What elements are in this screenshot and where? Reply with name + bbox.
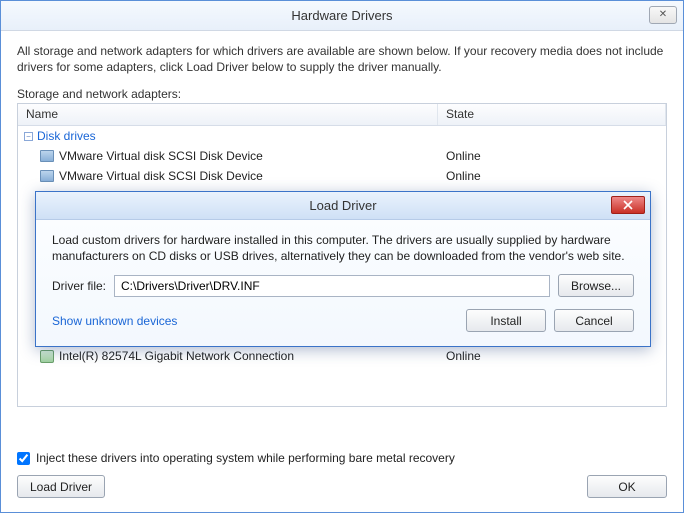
show-unknown-devices-link[interactable]: Show unknown devices <box>52 314 177 328</box>
table-row[interactable]: Intel(R) 82574L Gigabit Network Connecti… <box>18 346 666 366</box>
cancel-button[interactable]: Cancel <box>554 309 634 332</box>
adapters-label: Storage and network adapters: <box>17 87 667 101</box>
table-row[interactable]: VMware Virtual disk SCSI Disk Device Onl… <box>18 146 666 166</box>
modal-close-button[interactable] <box>611 196 645 214</box>
description-text: All storage and network adapters for whi… <box>17 43 667 75</box>
table-header: Name State <box>18 104 666 126</box>
network-icon <box>40 350 54 363</box>
checkbox-label: Inject these drivers into operating syst… <box>36 451 455 465</box>
close-icon <box>623 200 633 210</box>
close-icon: ✕ <box>659 9 667 20</box>
device-name: Intel(R) 82574L Gigabit Network Connecti… <box>59 349 294 363</box>
titlebar: Hardware Drivers ✕ <box>1 1 683 31</box>
device-name: VMware Virtual disk SCSI Disk Device <box>59 169 263 183</box>
install-button[interactable]: Install <box>466 309 546 332</box>
load-driver-button[interactable]: Load Driver <box>17 475 105 498</box>
modal-title: Load Driver <box>309 198 376 213</box>
driver-file-label: Driver file: <box>52 279 106 293</box>
device-state: Online <box>438 149 666 163</box>
close-button[interactable]: ✕ <box>649 6 677 24</box>
col-name[interactable]: Name <box>18 104 438 125</box>
hardware-drivers-window: Hardware Drivers ✕ All storage and netwo… <box>0 0 684 513</box>
disk-icon <box>40 150 54 162</box>
collapse-icon[interactable]: − <box>24 132 33 141</box>
modal-description: Load custom drivers for hardware install… <box>52 232 634 264</box>
inject-drivers-checkbox[interactable] <box>17 452 30 465</box>
load-driver-dialog: Load Driver Load custom drivers for hard… <box>35 191 651 347</box>
table-row[interactable]: VMware Virtual disk SCSI Disk Device Onl… <box>18 166 666 186</box>
window-title: Hardware Drivers <box>291 8 392 23</box>
col-state[interactable]: State <box>438 104 666 125</box>
browse-button[interactable]: Browse... <box>558 274 634 297</box>
device-state: Online <box>438 349 666 363</box>
group-label: Disk drives <box>37 129 96 143</box>
inject-drivers-checkbox-row[interactable]: Inject these drivers into operating syst… <box>17 451 667 465</box>
disk-icon <box>40 170 54 182</box>
footer: Inject these drivers into operating syst… <box>1 441 683 512</box>
device-state: Online <box>438 169 666 183</box>
modal-body: Load custom drivers for hardware install… <box>36 220 650 346</box>
ok-button[interactable]: OK <box>587 475 667 498</box>
group-disk-drives[interactable]: − Disk drives <box>18 126 666 146</box>
device-name: VMware Virtual disk SCSI Disk Device <box>59 149 263 163</box>
modal-titlebar: Load Driver <box>36 192 650 220</box>
driver-file-input[interactable] <box>114 275 550 297</box>
